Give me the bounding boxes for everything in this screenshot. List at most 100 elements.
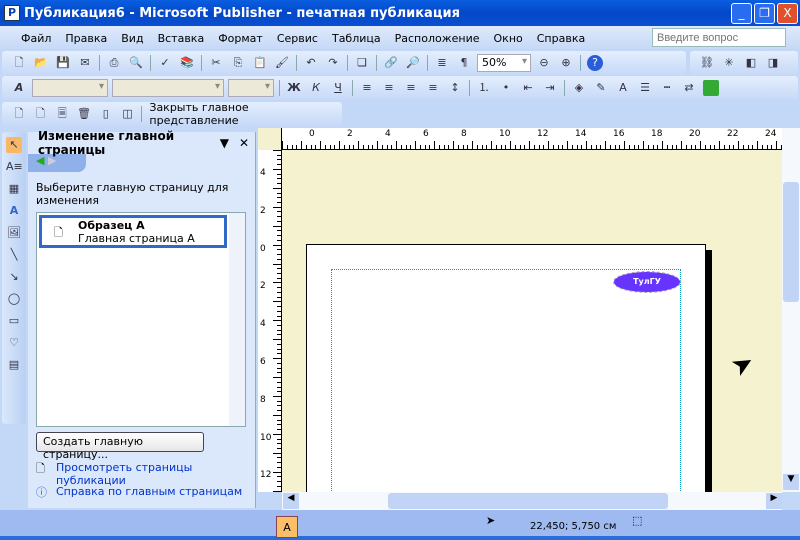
list-item[interactable]: 🗋 Образец А Главная страница А [39, 215, 227, 248]
open-icon[interactable]: 📂 [33, 55, 49, 71]
text-box-icon[interactable]: A≡ [6, 159, 23, 175]
rename-icon[interactable]: 🗏 [54, 106, 70, 122]
menu-7[interactable]: Расположение [388, 32, 487, 45]
font-size-select[interactable] [228, 79, 274, 97]
maximize-button[interactable]: ❐ [754, 3, 775, 24]
duplicate-page-icon[interactable]: 🗋 [33, 106, 49, 122]
menu-4[interactable]: Формат [211, 32, 270, 45]
page[interactable]: ТулГУ [306, 244, 706, 492]
create-master-page-button[interactable]: Создать главную страницу... [36, 432, 204, 461]
zoom-in-icon[interactable]: ⊕ [558, 55, 574, 71]
close-button[interactable]: X [777, 3, 798, 24]
hyperlink-icon[interactable]: 🔗 [383, 55, 399, 71]
justify-icon[interactable]: ≡ [425, 80, 441, 96]
master-page-list[interactable]: 🗋 Образец А Главная страница А [36, 212, 246, 427]
menu-0[interactable]: Файл [14, 32, 58, 45]
scroll-down-icon[interactable]: ▼ [783, 474, 799, 490]
underline-button[interactable]: Ч [330, 80, 346, 96]
copy-icon[interactable]: ⎘ [230, 55, 246, 71]
align-right-icon[interactable]: ≡ [403, 80, 419, 96]
zoom-out-icon[interactable]: ⊖ [536, 55, 552, 71]
arrange-icon[interactable]: ❏ [354, 55, 370, 71]
print-preview-icon[interactable]: 🔍 [128, 55, 144, 71]
columns-icon[interactable]: ≣ [434, 55, 450, 71]
picture-icon[interactable]: 🖼 [6, 225, 22, 241]
decrease-indent-icon[interactable]: ⇤ [520, 80, 536, 96]
menu-3[interactable]: Вставка [151, 32, 212, 45]
increase-indent-icon[interactable]: ⇥ [542, 80, 558, 96]
line-color-icon[interactable]: ✎ [593, 80, 609, 96]
vertical-scrollbar[interactable]: ▼ [782, 128, 800, 492]
pane-dropdown-icon[interactable]: ▼ [220, 136, 229, 150]
logo-shape[interactable]: ТулГУ [613, 271, 681, 293]
bullets-icon[interactable]: • [498, 80, 514, 96]
font-color-icon[interactable]: A [615, 80, 631, 96]
master-help-link[interactable]: Справка по главным страницам [56, 485, 242, 498]
align-left-icon[interactable]: ≡ [359, 80, 375, 96]
workspace[interactable]: ТулГУ ➤ [282, 150, 782, 492]
mail-icon[interactable]: ✉ [77, 55, 93, 71]
italic-button[interactable]: К [308, 80, 324, 96]
select-icon[interactable]: ↖ [6, 137, 22, 153]
styles-icon[interactable]: A [11, 80, 27, 96]
rectangle-icon[interactable]: ▭ [6, 313, 22, 329]
line-style-icon[interactable]: ☰ [637, 80, 653, 96]
back-icon[interactable]: ◀ [36, 154, 44, 167]
format-painter-icon[interactable]: 🖌 [274, 55, 290, 71]
font-select[interactable] [112, 79, 224, 97]
new-icon[interactable]: 🗋 [11, 55, 27, 71]
table-icon[interactable]: ▦ [6, 181, 22, 197]
prev-frame-icon[interactable]: ◧ [743, 55, 759, 71]
list-scrollbar[interactable] [229, 213, 245, 426]
menu-1[interactable]: Правка [58, 32, 114, 45]
ask-question-input[interactable] [652, 28, 786, 47]
print-icon[interactable]: ⎙ [106, 55, 122, 71]
menu-2[interactable]: Вид [114, 32, 150, 45]
paste-icon[interactable]: 📋 [252, 55, 268, 71]
menu-8[interactable]: Окно [487, 32, 530, 45]
align-center-icon[interactable]: ≡ [381, 80, 397, 96]
two-page-icon[interactable]: ◫ [120, 106, 136, 122]
undo-icon[interactable]: ↶ [303, 55, 319, 71]
delete-page-icon[interactable]: 🗑 [76, 106, 92, 122]
scroll-left-icon[interactable]: ◀ [283, 493, 299, 509]
bold-button[interactable]: Ж [286, 80, 302, 96]
redo-icon[interactable]: ↷ [325, 55, 341, 71]
zoom-select[interactable]: 50% [477, 54, 531, 72]
style-select[interactable] [32, 79, 108, 97]
menu-5[interactable]: Сервис [270, 32, 325, 45]
spelling-icon[interactable]: ✓ [157, 55, 173, 71]
find-icon[interactable]: 🔎 [405, 55, 421, 71]
link-icon[interactable]: ⛓ [699, 55, 715, 71]
menu-9[interactable]: Справка [530, 32, 592, 45]
page-navigator-button[interactable]: A [276, 516, 298, 538]
horizontal-scrollbar[interactable]: ◀ ▶ [282, 492, 782, 510]
line-icon[interactable]: ╲ [6, 247, 22, 263]
horizontal-ruler[interactable]: 0 2 4 6 8 10 12 14 16 18 20 22 24 [282, 128, 782, 150]
forward-icon[interactable]: ▶ [48, 154, 56, 167]
next-frame-icon[interactable]: ◨ [765, 55, 781, 71]
vertical-ruler[interactable]: 4 2 0 2 4 6 8 10 12 [258, 150, 282, 492]
single-page-icon[interactable]: ▯ [98, 106, 114, 122]
arrow-icon[interactable]: ↘ [6, 269, 22, 285]
arrow-style-icon[interactable]: ⇄ [681, 80, 697, 96]
autoshapes-icon[interactable]: ♡ [6, 335, 22, 351]
wordart-icon[interactable]: A [6, 203, 22, 219]
pane-close-icon[interactable]: ✕ [239, 136, 249, 150]
oval-icon[interactable]: ◯ [6, 291, 22, 307]
research-icon[interactable]: 📚 [179, 55, 195, 71]
insert-page-icon[interactable]: 🗋 [11, 106, 27, 122]
design-gallery-icon[interactable]: ▤ [6, 357, 22, 373]
save-icon[interactable]: 💾 [55, 55, 71, 71]
cut-icon[interactable]: ✂ [208, 55, 224, 71]
close-master-view-button[interactable]: Закрыть главное представление [145, 101, 342, 127]
view-pages-link[interactable]: Просмотреть страницы публикации [56, 461, 255, 487]
numbering-icon[interactable]: ⒈ [476, 80, 492, 96]
pilcrow-icon[interactable]: ¶ [456, 55, 472, 71]
help-icon[interactable]: ? [587, 55, 603, 71]
minimize-button[interactable]: _ [731, 3, 752, 24]
unlink-icon[interactable]: ✳ [721, 55, 737, 71]
scroll-right-icon[interactable]: ▶ [766, 493, 782, 509]
menu-6[interactable]: Таблица [325, 32, 388, 45]
line-spacing-icon[interactable]: ↕ [447, 80, 463, 96]
